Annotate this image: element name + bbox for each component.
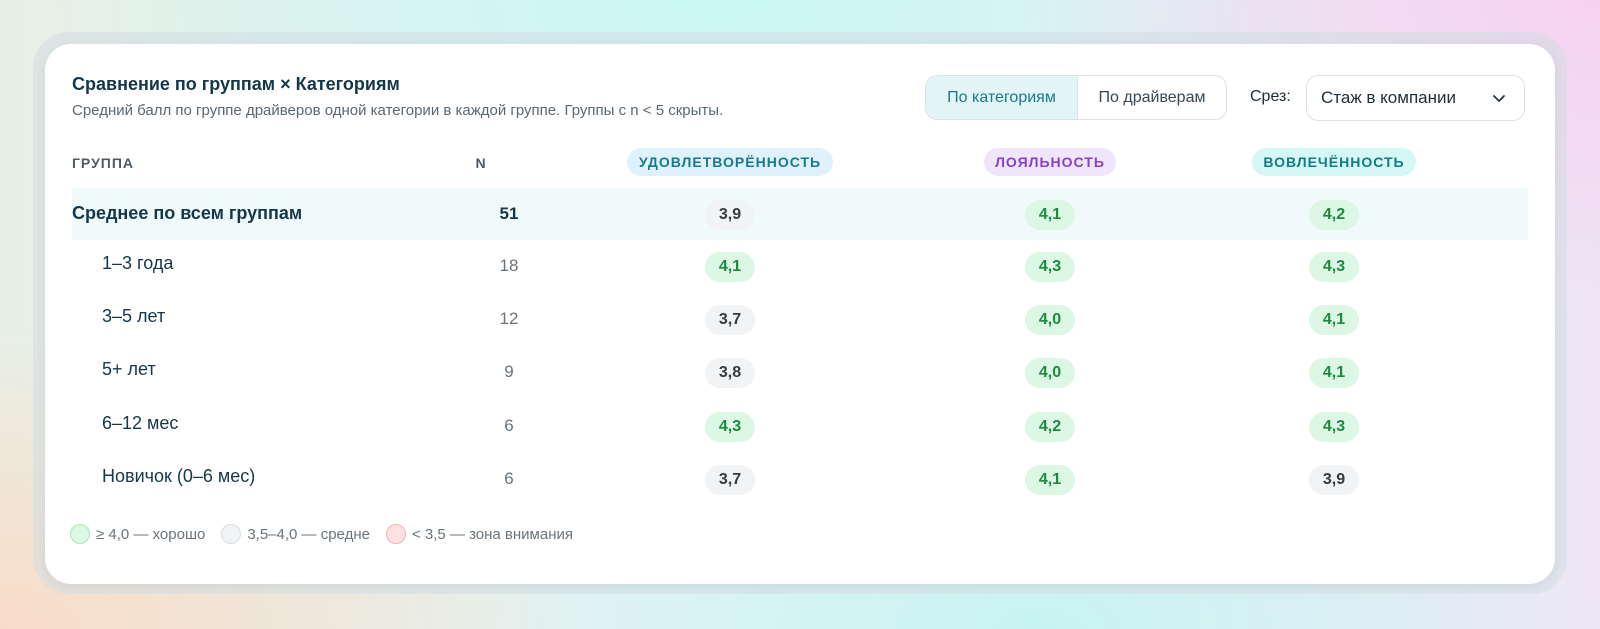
- row-group-name: Новичок (0–6 мес): [102, 466, 256, 486]
- row-count: 18: [499, 256, 519, 275]
- column-header-group: ГРУППА: [72, 155, 135, 171]
- legend: ≥ 4,0 — хорошо 3,5–4,0 — средне < 3,5 — …: [70, 524, 589, 544]
- comparison-card: Сравнение по группам × Категориям Средни…: [45, 44, 1555, 584]
- row-group-name: 5+ лет: [102, 359, 156, 379]
- table-row: 5+ лет 9 3,8 4,0 4,1: [72, 346, 1528, 398]
- table-row: 6–12 мес 6 4,3 4,2 4,3: [72, 400, 1528, 452]
- legend-dot-mid: [221, 524, 242, 544]
- legend-label-mid: 3,5–4,0 — средне: [247, 525, 370, 543]
- card-title: Сравнение по группам × Категориям: [72, 74, 400, 94]
- row-count: 6: [504, 416, 514, 435]
- toggle-by-drivers[interactable]: По драйверам: [1078, 76, 1226, 119]
- column-header-category: ВОВЛЕЧЁННОСТЬ: [1252, 148, 1416, 176]
- view-toggle: По категориям По драйверам: [925, 75, 1227, 120]
- table-row: 1–3 года 18 4,1 4,3 4,3: [72, 240, 1528, 292]
- table-row: 3–5 лет 12 3,7 4,0 4,1: [72, 293, 1528, 345]
- score-badge: 4,1: [1025, 200, 1075, 230]
- legend-label-good: ≥ 4,0 — хорошо: [96, 525, 206, 543]
- row-count: 12: [499, 309, 519, 328]
- card-subtitle: Средний балл по группе драйверов одной к…: [72, 102, 724, 119]
- column-header-category: УДОВЛЕТВОРЁННОСТЬ: [627, 148, 833, 176]
- score-badge: 3,9: [705, 200, 755, 230]
- legend-item-warn: < 3,5 — зона внимания: [385, 524, 573, 544]
- score-badge: 4,3: [1025, 252, 1075, 282]
- score-badge: 4,0: [1025, 358, 1075, 388]
- score-badge: 4,2: [1025, 412, 1075, 442]
- score-badge: 4,3: [1309, 252, 1359, 282]
- summary-row: Среднее по всем группам 51 3,9 4,1 4,2: [72, 188, 1528, 240]
- row-group-name: Среднее по всем группам: [72, 203, 303, 223]
- score-badge: 4,3: [1309, 412, 1359, 442]
- row-count: 51: [499, 204, 519, 223]
- score-badge: 4,1: [1025, 465, 1075, 495]
- row-count: 6: [504, 469, 514, 488]
- score-badge: 4,1: [1309, 358, 1359, 388]
- row-count: 9: [504, 362, 514, 381]
- chevron-down-icon: [1493, 95, 1505, 102]
- legend-dot-warn: [385, 524, 406, 544]
- score-badge: 4,3: [705, 412, 755, 442]
- score-badge: 3,7: [705, 305, 755, 335]
- legend-item-good: ≥ 4,0 — хорошо: [70, 524, 205, 544]
- score-badge: 3,7: [705, 465, 755, 495]
- score-badge: 4,0: [1025, 305, 1075, 335]
- legend-dot-good: [70, 524, 90, 544]
- table-row: Новичок (0–6 мес) 6 3,7 4,1 3,9: [72, 453, 1528, 505]
- score-badge: 3,8: [705, 358, 755, 388]
- column-header-category: ЛОЯЛЬНОСТЬ: [984, 148, 1116, 176]
- toggle-by-categories[interactable]: По категориям: [926, 76, 1078, 119]
- slice-label: Срез:: [1250, 88, 1291, 105]
- slice-select[interactable]: Стаж в компании: [1306, 75, 1525, 121]
- row-group-name: 3–5 лет: [102, 306, 166, 326]
- score-badge: 3,9: [1309, 465, 1359, 495]
- column-header-n: N: [475, 155, 487, 171]
- row-group-name: 6–12 мес: [102, 413, 179, 433]
- score-badge: 4,1: [1309, 305, 1359, 335]
- row-group-name: 1–3 года: [102, 253, 174, 273]
- legend-label-warn: < 3,5 — зона внимания: [411, 525, 573, 543]
- score-badge: 4,2: [1309, 200, 1359, 230]
- score-badge: 4,1: [705, 252, 755, 282]
- legend-item-mid: 3,5–4,0 — средне: [221, 524, 370, 544]
- slice-select-value: Стаж в компании: [1321, 88, 1456, 107]
